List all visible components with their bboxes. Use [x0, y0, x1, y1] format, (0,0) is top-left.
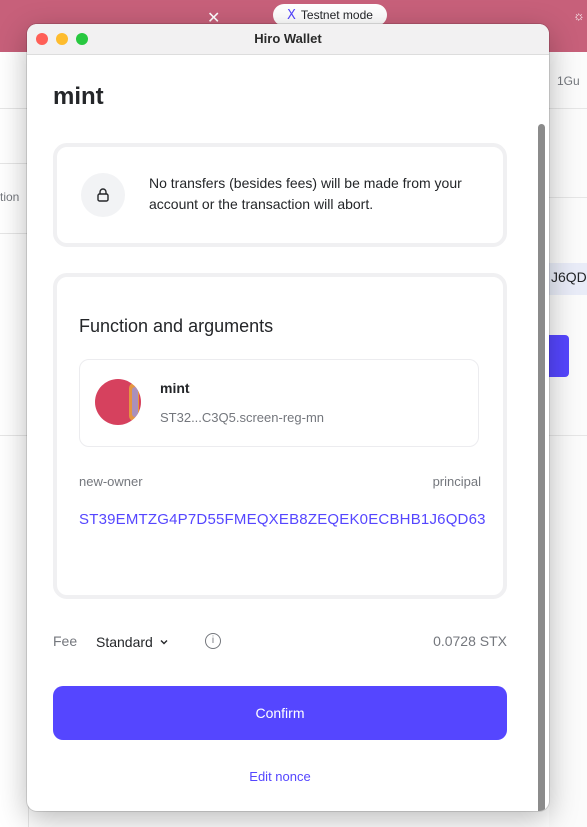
contract-function-name: mint: [160, 380, 190, 396]
postcondition-text: No transfers (besides fees) will be made…: [149, 175, 462, 212]
fee-select[interactable]: Standard: [96, 630, 169, 654]
edit-nonce-link[interactable]: Edit nonce: [27, 769, 533, 784]
fee-amount: 0.0728 STX: [433, 633, 507, 649]
background-left-text: tion: [0, 190, 20, 204]
function-card: Function and arguments mint ST32...C3Q5.…: [53, 273, 507, 599]
argument-type: principal: [432, 474, 481, 489]
divider: [549, 435, 587, 436]
fee-label: Fee: [53, 633, 78, 649]
function-heading: Function and arguments: [79, 316, 274, 336]
testnet-badge-label: Testnet mode: [300, 8, 373, 22]
argument-value: ST39EMTZG4P7D55FMEQXEB8ZEQEK0ECBHB1J6QD6…: [79, 511, 486, 528]
confirm-button[interactable]: Confirm: [53, 686, 507, 740]
divider: [0, 435, 28, 436]
argument-name: new-owner: [79, 474, 143, 489]
settings-icon[interactable]: ☼: [573, 8, 585, 23]
fee-row: Fee Standard i 0.0728 STX: [53, 630, 507, 654]
testnet-badge: Ⅹ Testnet mode: [273, 4, 387, 26]
lock-icon-svg: [97, 188, 109, 202]
contract-box[interactable]: mint ST32...C3Q5.screen-reg-mn: [79, 359, 479, 447]
postcondition-card: No transfers (besides fees) will be made…: [53, 143, 507, 247]
info-icon[interactable]: i: [205, 633, 221, 649]
contract-avatar: [95, 379, 141, 425]
lock-icon: [81, 173, 125, 217]
divider: [549, 197, 587, 198]
window-title: Hiro Wallet: [254, 31, 322, 46]
page-title: mint: [53, 83, 104, 110]
divider: [549, 108, 587, 109]
background-right-column: [549, 52, 587, 827]
flask-icon: Ⅹ: [287, 7, 296, 22]
scrollbar-thumb[interactable]: [538, 124, 545, 811]
background-right-text: 1Gu: [557, 74, 580, 88]
divider: [0, 163, 28, 164]
wallet-window: Hiro Wallet mint No transfers (besides f…: [27, 24, 549, 811]
avatar-stripe: [132, 387, 138, 417]
contract-identifier: ST32...C3Q5.screen-reg-mn: [160, 410, 325, 425]
chevron-down-icon: [160, 640, 168, 645]
fee-selected-value: Standard: [96, 634, 153, 650]
window-titlebar: Hiro Wallet: [27, 24, 549, 55]
background-left-column: [0, 52, 29, 827]
divider: [0, 108, 28, 109]
background-value: J6QD: [545, 263, 587, 295]
divider: [0, 233, 28, 234]
